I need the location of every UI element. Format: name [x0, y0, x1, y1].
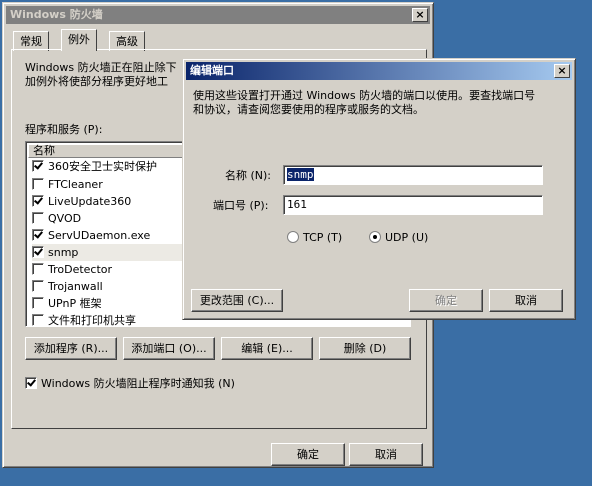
program-name: 360安全卫士实时保护 — [48, 160, 157, 173]
program-checkbox[interactable] — [32, 178, 44, 190]
change-scope-button[interactable]: 更改范围 (C)... — [191, 289, 283, 312]
tab-general-label: 常规 — [20, 35, 42, 48]
tab-exceptions[interactable]: 例外 — [61, 29, 97, 51]
add-port-button[interactable]: 添加端口 (O)... — [123, 337, 215, 360]
program-checkbox[interactable] — [32, 263, 44, 275]
notify-option[interactable]: Windows 防火墙阻止程序时通知我 (N) — [25, 377, 235, 391]
cancel-button[interactable]: 取消 — [349, 443, 423, 466]
firewall-titlebar[interactable]: Windows 防火墙 × — [6, 6, 430, 24]
program-name: snmp — [48, 246, 79, 259]
program-checkbox[interactable] — [32, 280, 44, 292]
ok-button[interactable]: 确定 — [409, 289, 483, 312]
program-checkbox[interactable] — [32, 195, 44, 207]
program-name: FTCleaner — [48, 178, 103, 191]
name-label: 名称 (N): — [225, 169, 272, 182]
cancel-button[interactable]: 取消 — [489, 289, 563, 312]
program-checkbox[interactable] — [32, 229, 44, 241]
add-program-button[interactable]: 添加程序 (R)... — [25, 337, 117, 360]
close-icon[interactable]: × — [554, 64, 570, 78]
tcp-label: TCP (T) — [303, 231, 343, 244]
close-icon[interactable]: × — [412, 8, 428, 22]
program-name: 文件和打印机共享 — [48, 314, 136, 327]
edit-button[interactable]: 编辑 (E)... — [221, 337, 313, 360]
exceptions-description-line1: Windows 防火墙正在阻止除下 — [25, 61, 177, 74]
program-name: QVOD — [48, 212, 82, 225]
program-checkbox[interactable] — [32, 297, 44, 309]
program-checkbox[interactable] — [32, 212, 44, 224]
edit-port-description-line1: 使用这些设置打开通过 Windows 防火墙的端口以使用。要查找端口号 — [193, 89, 536, 102]
tab-exceptions-label: 例外 — [68, 33, 90, 46]
firewall-window-title: Windows 防火墙 — [10, 8, 103, 21]
program-name: UPnP 框架 — [48, 297, 102, 310]
edit-port-title: 编辑端口 — [190, 64, 234, 77]
port-field[interactable]: 161 — [283, 195, 543, 215]
name-field-value: snmp — [287, 168, 314, 181]
edit-port-dialog: 编辑端口 × 使用这些设置打开通过 Windows 防火墙的端口以使用。要查找端… — [182, 58, 576, 320]
tcp-radio-option[interactable]: TCP (T) — [287, 231, 342, 245]
port-label: 端口号 (P): — [213, 199, 269, 212]
udp-label: UDP (U) — [385, 231, 429, 244]
program-name: TroDetector — [48, 263, 113, 276]
program-name: ServUDaemon.exe — [48, 229, 151, 242]
udp-radio-option[interactable]: UDP (U) — [369, 231, 428, 245]
program-checkbox[interactable] — [32, 246, 44, 258]
list-header-label: 名称 — [33, 144, 55, 157]
tab-advanced[interactable]: 高级 — [109, 31, 145, 51]
tcp-radio[interactable] — [287, 231, 299, 243]
notify-label: Windows 防火墙阻止程序时通知我 (N) — [41, 377, 235, 390]
program-checkbox[interactable] — [32, 160, 44, 172]
exceptions-description-line2: 加例外将使部分程序更好地工 — [25, 75, 168, 88]
tab-general[interactable]: 常规 — [13, 31, 49, 51]
port-field-value: 161 — [287, 198, 307, 211]
tab-advanced-label: 高级 — [116, 35, 138, 48]
program-checkbox[interactable] — [32, 314, 44, 326]
program-name: Trojanwall — [48, 280, 103, 293]
programs-label: 程序和服务 (P): — [25, 123, 103, 136]
delete-button[interactable]: 删除 (D) — [319, 337, 411, 360]
notify-checkbox[interactable] — [25, 377, 37, 389]
ok-button[interactable]: 确定 — [271, 443, 345, 466]
udp-radio[interactable] — [369, 231, 381, 243]
name-field[interactable]: snmp — [283, 165, 543, 185]
edit-port-titlebar[interactable]: 编辑端口 × — [186, 62, 572, 80]
program-name: LiveUpdate360 — [48, 195, 132, 208]
edit-port-description-line2: 和协议，请查阅您要使用的程序或服务的文档。 — [193, 103, 424, 116]
